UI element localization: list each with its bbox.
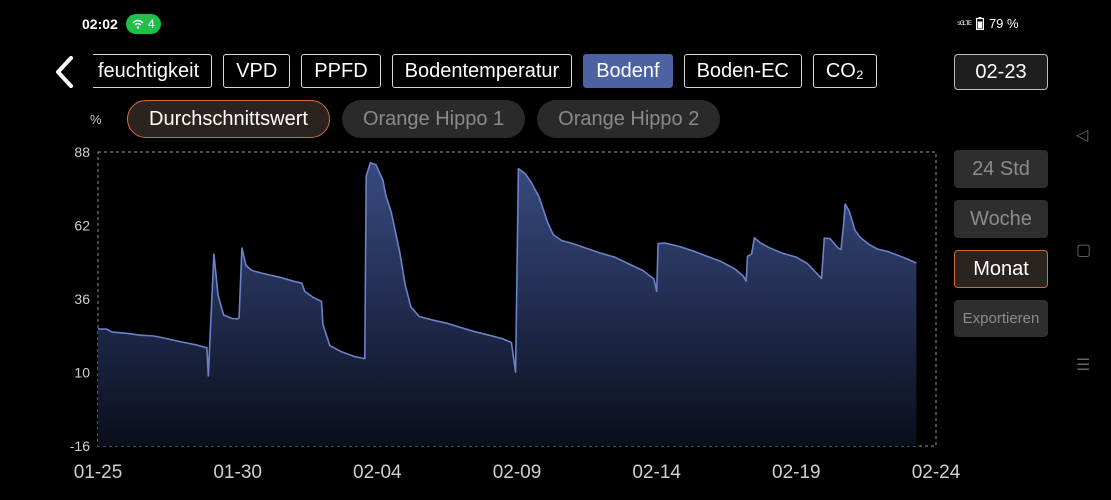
y-tick-label: 36 — [74, 291, 90, 307]
range-button-2[interactable]: Monat — [954, 250, 1048, 288]
nav-menu-icon[interactable]: ☰ — [1076, 355, 1090, 375]
range-button-1[interactable]: Woche — [954, 200, 1048, 238]
x-tick-label: 01-25 — [74, 462, 123, 483]
y-tick-label: 88 — [74, 144, 90, 160]
export-button[interactable]: Exportieren — [954, 300, 1048, 337]
x-tick-label: 02-14 — [632, 462, 681, 483]
range-button-0[interactable]: 24 Std — [954, 150, 1048, 188]
x-tick-label: 02-09 — [493, 462, 542, 483]
y-tick-label: 62 — [74, 218, 90, 234]
y-tick-label: 10 — [74, 365, 90, 381]
y-tick-label: -16 — [70, 438, 90, 454]
moisture-chart: 88 62 36 10 -16 01-25 01-30 02-04 02-09 02-14 02-1… — [70, 144, 961, 483]
range-buttons: 24 Std Woche Monat Exportieren — [954, 150, 1048, 349]
nav-back-icon[interactable]: ◁ — [1076, 125, 1088, 145]
x-tick-label: 02-04 — [353, 462, 402, 483]
x-tick-label: 02-24 — [912, 462, 961, 483]
nav-home-icon[interactable]: ▢ — [1076, 240, 1091, 260]
x-tick-label: 02-19 — [772, 462, 821, 483]
x-tick-label: 01-30 — [213, 462, 262, 483]
